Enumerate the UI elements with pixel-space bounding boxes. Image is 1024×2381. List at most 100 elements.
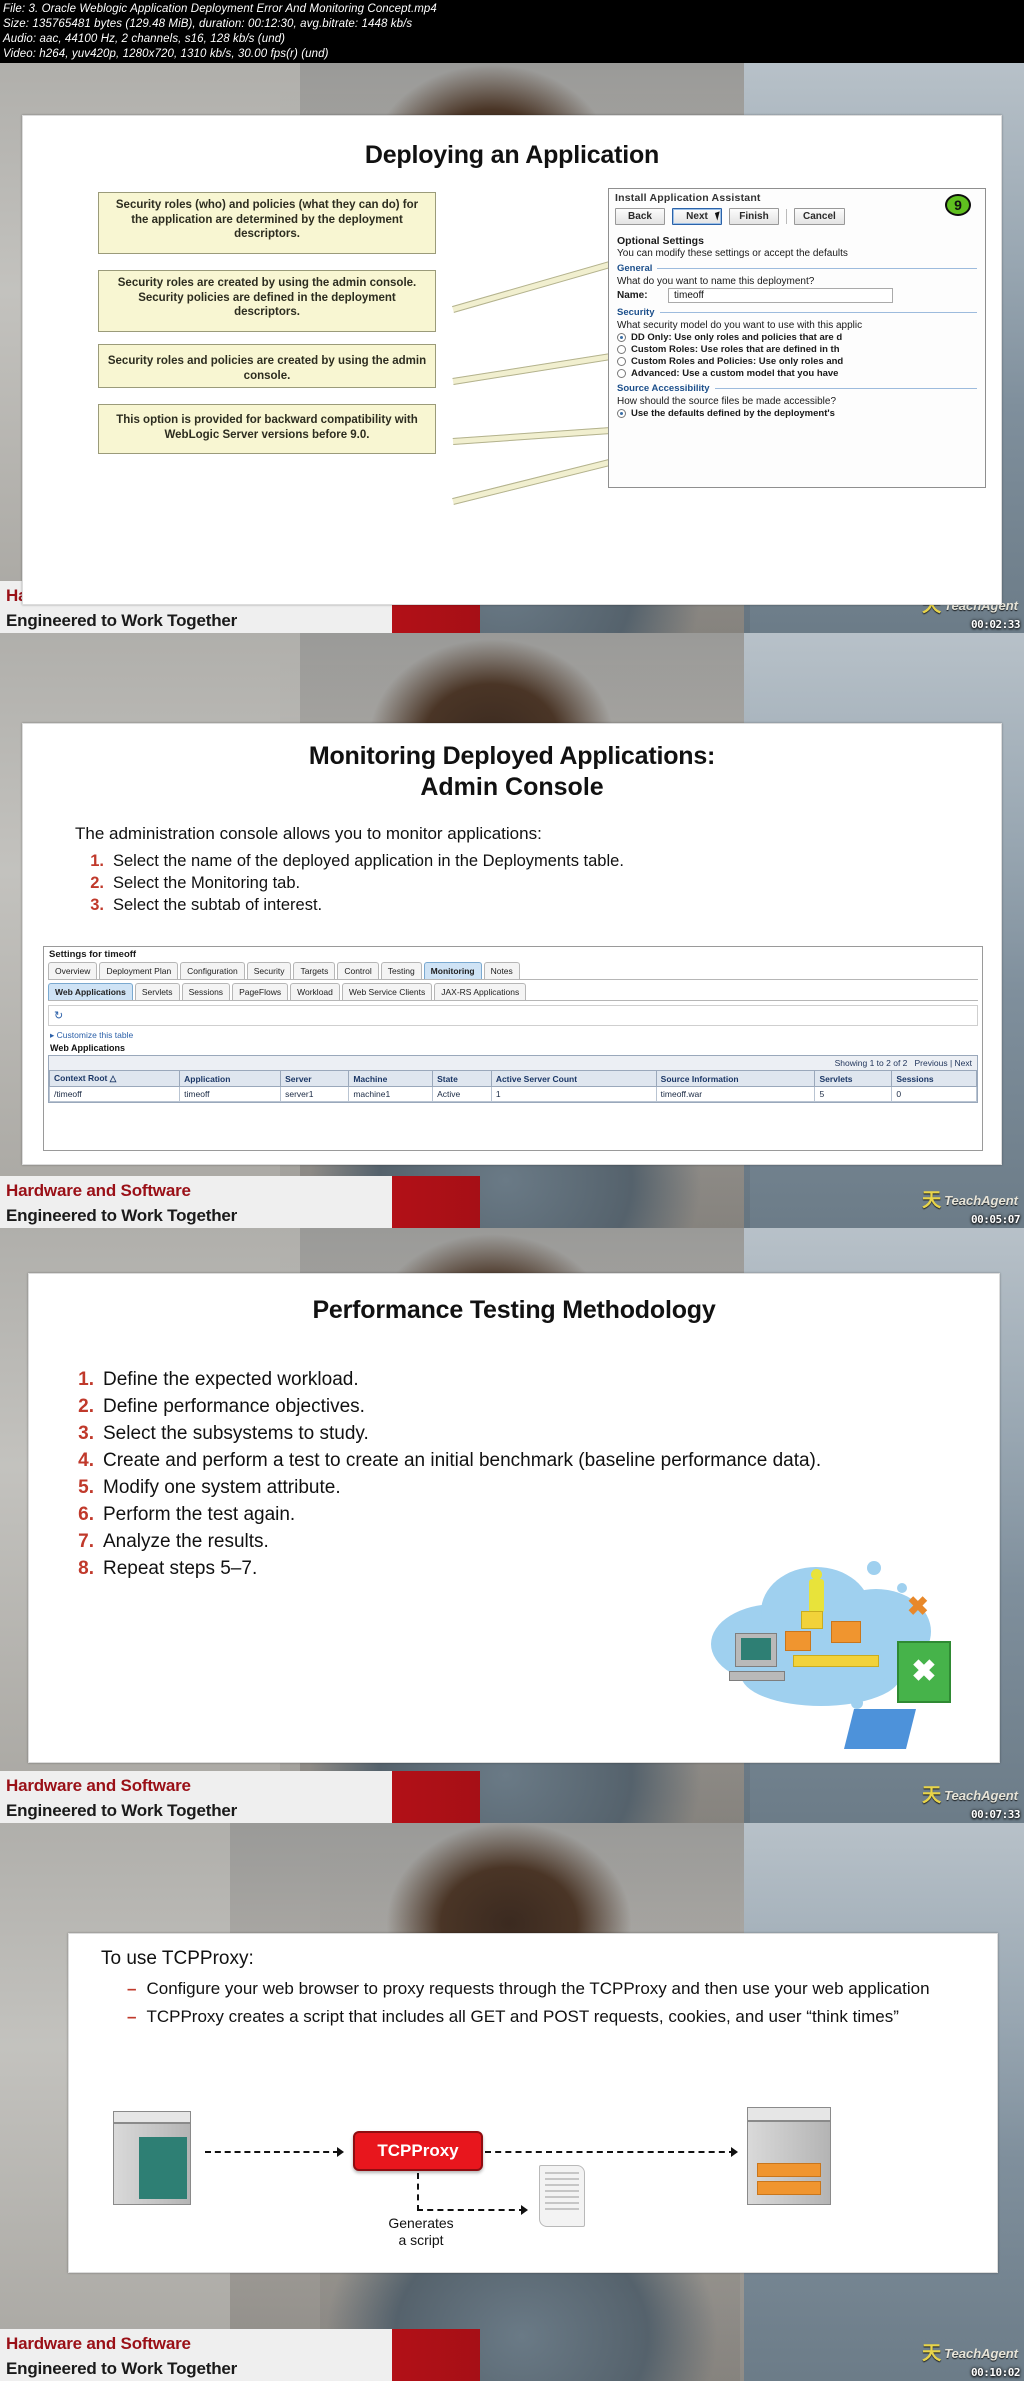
security-option-row[interactable]: DD Only: Use only roles and policies tha… — [617, 332, 977, 343]
slide2-intro: The administration console allows you to… — [75, 824, 542, 843]
watermark-glyph: 天 — [922, 1785, 942, 1806]
security-model-question: What security model do you want to use w… — [617, 320, 863, 331]
list-number: 4. — [78, 1450, 94, 1471]
document-icon — [844, 1709, 916, 1749]
subtab-web-applications[interactable]: Web Applications — [48, 983, 133, 1000]
general-legend-label: General — [617, 263, 653, 274]
col-source-information[interactable]: Source Information — [655, 1070, 816, 1087]
slide4-bullets: – Configure your web browser to proxy re… — [127, 1978, 937, 2028]
radio-dd-only-icon[interactable] — [617, 333, 626, 342]
table-row[interactable]: /timeoff timeoff server1 machine1 Active… — [48, 1086, 977, 1102]
list-text: Select the subtab of interest. — [113, 896, 323, 914]
radio-custom-roles-icon[interactable] — [617, 345, 626, 354]
media-file-line: File: 3. Oracle Weblogic Application Dep… — [3, 3, 437, 15]
optional-settings-heading: Optional Settings — [617, 235, 704, 247]
col-state[interactable]: State — [432, 1070, 492, 1087]
generates-line-1: Generates — [388, 2215, 454, 2231]
tab-security[interactable]: Security — [246, 962, 292, 979]
callout-4: This option is provided for backward com… — [98, 404, 436, 454]
radio-custom-roles-policies-icon[interactable] — [617, 357, 626, 366]
list-item: 3. Select the subtab of interest. — [87, 895, 917, 916]
col-active-server-count[interactable]: Active Server Count — [490, 1070, 657, 1087]
radio-advanced-icon[interactable] — [617, 369, 626, 378]
watermark-label: TeachAgent — [944, 2346, 1018, 2361]
col-sessions[interactable]: Sessions — [891, 1070, 977, 1087]
cell-application: timeoff — [179, 1086, 282, 1102]
list-item: 2. Select the Monitoring tab. — [87, 873, 917, 894]
subtab-servlets[interactable]: Servlets — [134, 983, 180, 1000]
tab-monitoring[interactable]: Monitoring — [423, 962, 482, 979]
dash-marker: – — [127, 2007, 137, 2026]
arrow-head-icon — [731, 2147, 738, 2157]
list-number: 2. — [90, 874, 104, 892]
table-pagination: Showing 1 to 2 of 2 Previous | Next — [49, 1056, 977, 1070]
step-badge: 9 — [945, 194, 971, 216]
slide2-title: Monitoring Deployed Applications: — [308, 742, 716, 770]
flow-line-left — [205, 2151, 339, 2153]
source-option-row[interactable]: Use the defaults defined by the deployme… — [617, 408, 977, 419]
subtab-sessions[interactable]: Sessions — [181, 983, 231, 1000]
list-number: 3. — [78, 1423, 94, 1444]
branding-line-2: Engineered to Work Together — [6, 2359, 238, 2378]
previous-link[interactable]: Previous — [915, 1058, 948, 1068]
list-text: Analyze the results. — [103, 1531, 269, 1552]
list-number: 8. — [78, 1558, 94, 1579]
list-text: Configure your web browser to proxy requ… — [146, 1979, 930, 1998]
list-text: Define performance objectives. — [103, 1396, 365, 1417]
customize-label: Customize this table — [56, 1030, 134, 1040]
next-link[interactable]: Next — [955, 1058, 972, 1068]
radio-source-defaults-icon[interactable] — [617, 409, 626, 418]
cancel-button[interactable]: Cancel — [794, 208, 845, 225]
tab-testing[interactable]: Testing — [380, 962, 422, 979]
list-item: 5. Modify one system attribute. — [77, 1475, 937, 1501]
subtab-workload[interactable]: Workload — [290, 983, 340, 1000]
console-tabs: Overview Deployment Plan Configuration S… — [44, 962, 982, 979]
arrow-head-icon — [337, 2147, 344, 2157]
panel-timestamp: 00:10:02 — [971, 2366, 1020, 2379]
panel-timestamp: 00:07:33 — [971, 1808, 1020, 1821]
list-item: – TCPProxy creates a script that include… — [127, 2006, 937, 2028]
callout-2: Security roles are created by using the … — [98, 270, 436, 332]
optional-settings-subheading: You can modify these settings or accept … — [617, 248, 848, 259]
list-text: Modify one system attribute. — [103, 1477, 341, 1498]
col-servlets[interactable]: Servlets — [814, 1070, 893, 1087]
cloud-bubble — [851, 1697, 863, 1709]
tab-notes[interactable]: Notes — [483, 962, 520, 979]
refresh-icon[interactable]: ↻ — [54, 1010, 63, 1022]
branding-line-2: Engineered to Work Together — [6, 611, 238, 630]
col-server[interactable]: Server — [280, 1070, 350, 1087]
tab-targets[interactable]: Targets — [293, 962, 336, 979]
box-icon — [831, 1621, 861, 1643]
col-machine[interactable]: Machine — [348, 1070, 434, 1087]
button-divider — [786, 209, 787, 224]
slide-deploying-an-application: Deploying an Application Security roles … — [22, 115, 1002, 605]
back-button[interactable]: Back — [615, 208, 665, 225]
subtab-web-service-clients[interactable]: Web Service Clients — [341, 983, 433, 1000]
cell-machine: machine1 — [348, 1086, 434, 1102]
subtab-pageflows[interactable]: PageFlows — [232, 983, 289, 1000]
callout-3: Security roles and policies are created … — [98, 344, 436, 388]
assistant-body: Optional Settings You can modify these s… — [609, 230, 985, 424]
tab-configuration[interactable]: Configuration — [180, 962, 245, 979]
col-application[interactable]: Application — [179, 1070, 282, 1087]
col-context-root[interactable]: Context Root △ — [48, 1070, 181, 1087]
name-label: Name: — [617, 290, 648, 301]
security-option-row[interactable]: Custom Roles and Policies: Use only role… — [617, 356, 977, 367]
deployment-name-input[interactable]: timeoff — [668, 288, 893, 303]
list-number: 2. — [78, 1396, 94, 1417]
tab-deployment-plan[interactable]: Deployment Plan — [99, 962, 179, 979]
security-option-row[interactable]: Advanced: Use a custom model that you ha… — [617, 368, 977, 379]
teachagent-watermark: 天 TeachAgent — [922, 2344, 1018, 2363]
subtab-jax-rs-applications[interactable]: JAX-RS Applications — [434, 983, 527, 1000]
tab-control[interactable]: Control — [337, 962, 379, 979]
web-server-icon — [741, 2107, 841, 2207]
security-option-row[interactable]: Custom Roles: Use roles that are defined… — [617, 344, 977, 355]
dash-marker: – — [127, 1979, 137, 1998]
flow-line-right — [485, 2151, 735, 2153]
tab-overview[interactable]: Overview — [48, 962, 98, 979]
finish-button[interactable]: Finish — [729, 208, 779, 225]
customize-table-link[interactable]: ▸ Customize this table — [50, 1030, 982, 1041]
list-text: Repeat steps 5–7. — [103, 1558, 258, 1579]
source-files-question: How should the source files be made acce… — [617, 396, 837, 407]
next-button[interactable]: Next — [672, 208, 722, 225]
